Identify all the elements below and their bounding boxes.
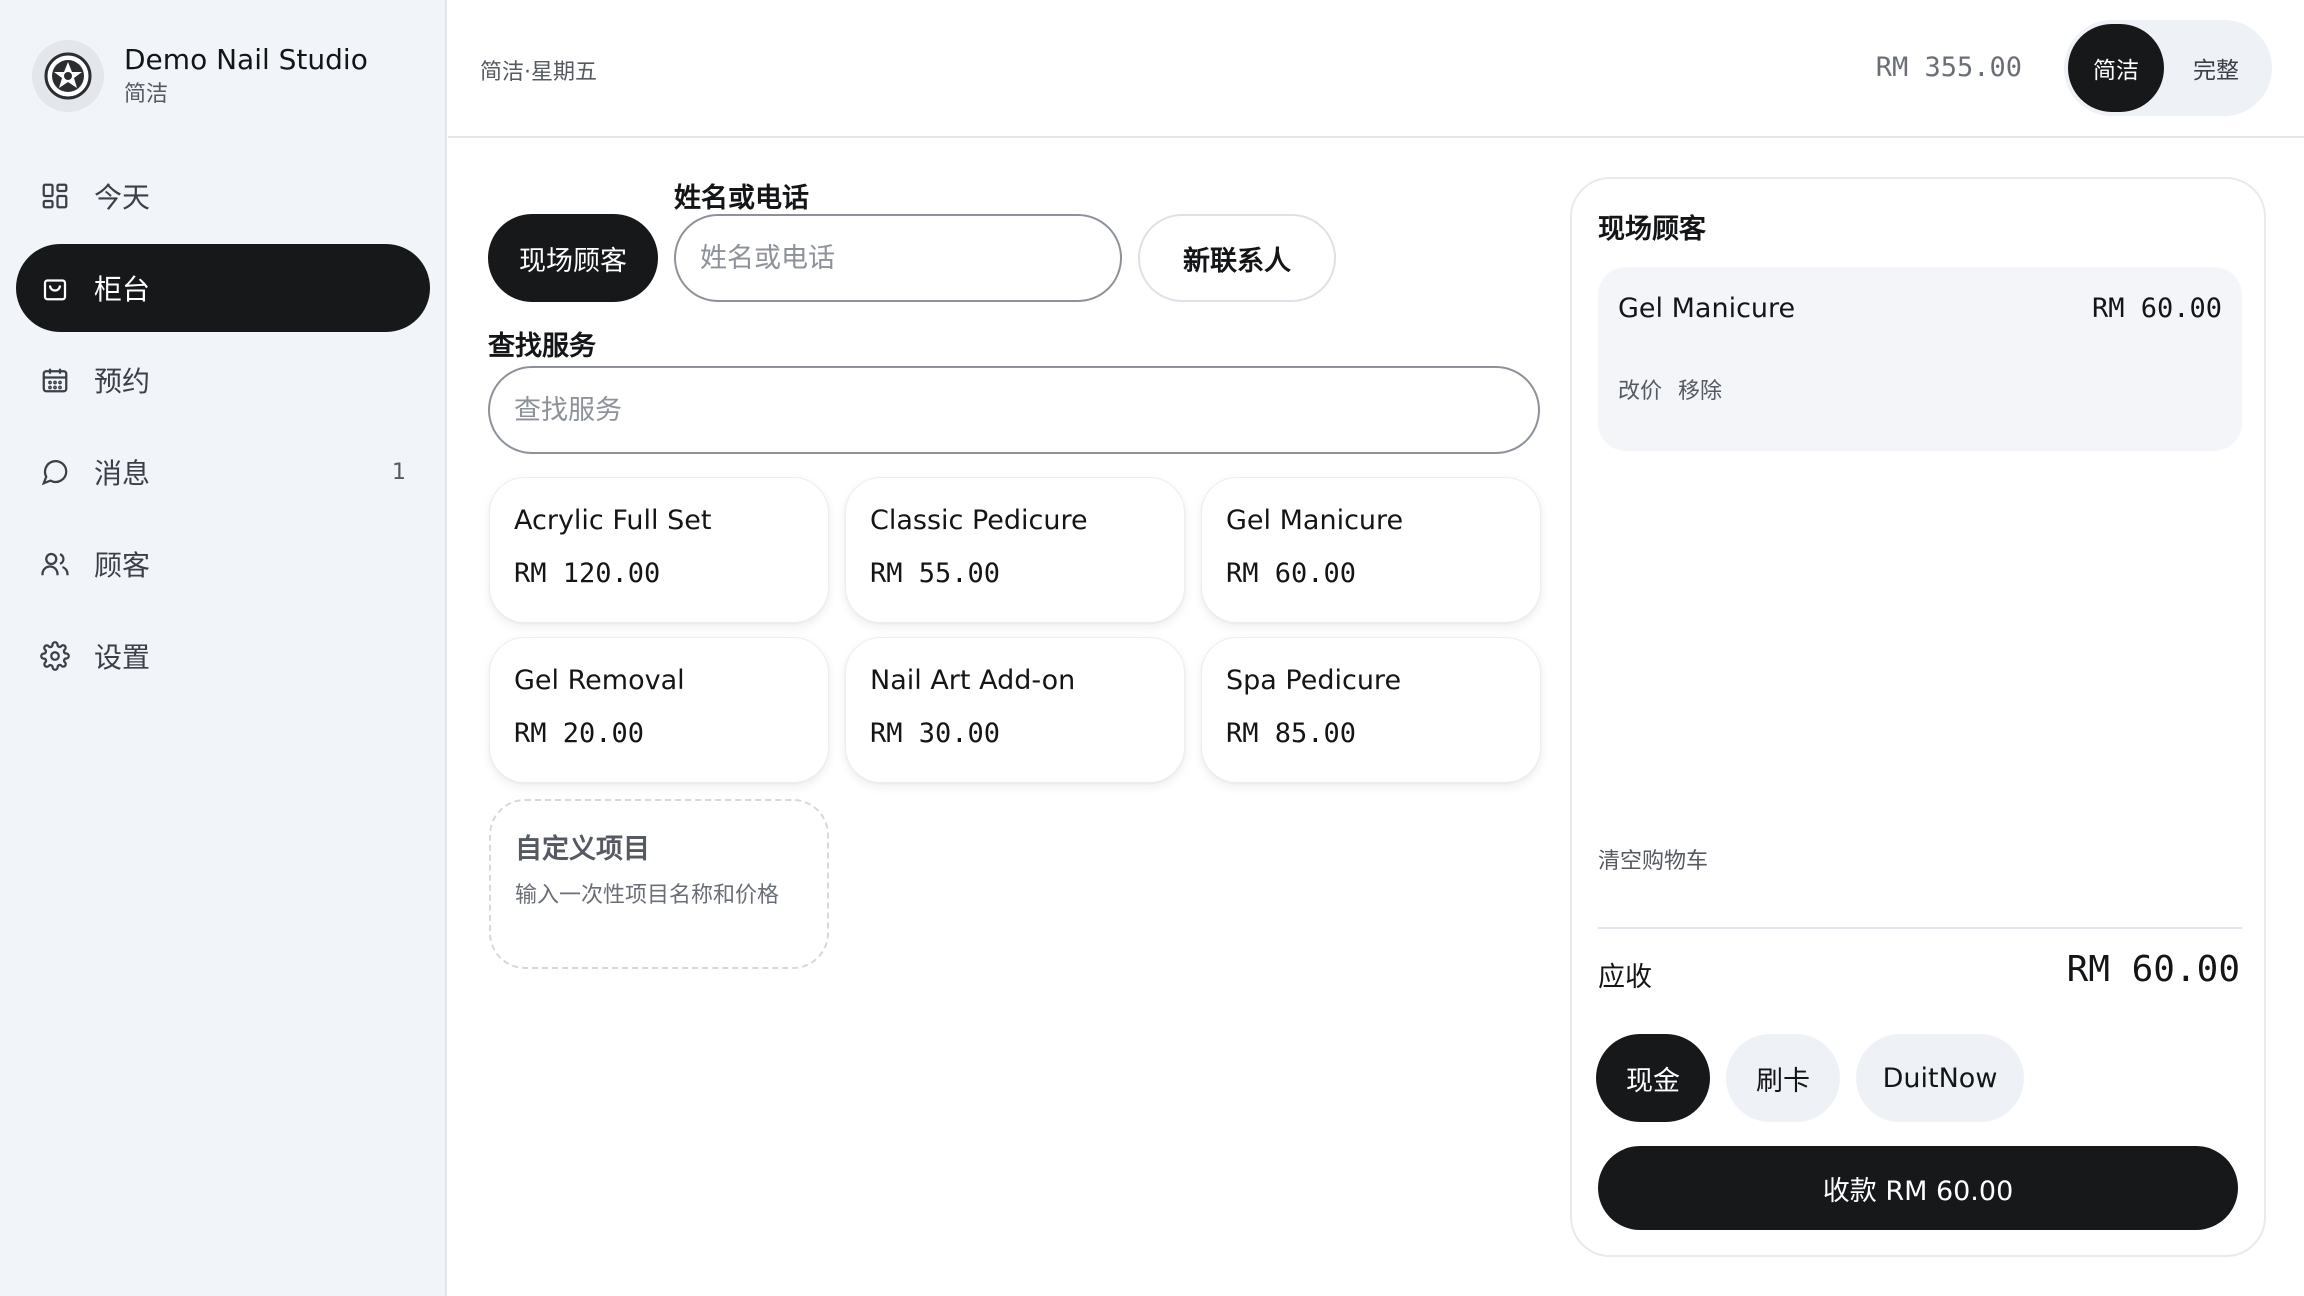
service-price: RM 30.00 (870, 718, 1001, 749)
payment-card-button[interactable]: 刷卡 (1726, 1034, 1840, 1122)
studio-logo-icon (32, 40, 104, 112)
sidebar-item-messages[interactable]: 消息 1 (16, 428, 430, 516)
payment-method-selector: 现金 刷卡 DuitNow (1596, 1034, 2024, 1122)
sidebar-item-customers[interactable]: 顾客 (16, 520, 430, 608)
top-bar: 简洁·星期五 RM 355.00 简洁 完整 (448, 0, 2304, 138)
service-card-nail-art-add-on[interactable]: Nail Art Add-on RM 30.00 (845, 637, 1185, 783)
mode-toggle: 简洁 完整 (2064, 20, 2272, 116)
sidebar-nav: 今天 柜台 预约 消息 1 顾客 设置 (16, 152, 430, 704)
cart-panel: 现场顾客 Gel Manicure RM 60.00 改价 移除 清空购物车 应… (1570, 177, 2266, 1257)
service-name: Classic Pedicure (870, 505, 1088, 536)
users-icon (38, 547, 72, 581)
sidebar-item-counter[interactable]: 柜台 (16, 244, 430, 332)
sidebar-item-label: 消息 (94, 457, 151, 490)
amount-due-value: RM 60.00 (2066, 949, 2240, 990)
customer-search-input[interactable] (674, 214, 1122, 302)
service-name: Gel Manicure (1226, 505, 1404, 536)
service-name: Acrylic Full Set (514, 505, 712, 536)
studio-mode-label: 简洁 (124, 82, 169, 107)
unread-count-badge: 1 (392, 459, 406, 485)
sidebar: Demo Nail Studio 简洁 今天 柜台 预约 消息 1 顾客 设置 (0, 0, 447, 1296)
service-price: RM 120.00 (514, 558, 661, 589)
clear-cart-link[interactable]: 清空购物车 (1598, 843, 1708, 875)
divider (1598, 927, 2242, 929)
sidebar-item-label: 顾客 (94, 549, 151, 582)
service-search-input[interactable] (488, 366, 1540, 454)
sidebar-item-label: 设置 (94, 641, 151, 674)
service-price: RM 60.00 (1226, 558, 1357, 589)
chat-bubble-icon (38, 455, 72, 489)
mode-full-button[interactable]: 完整 (2164, 24, 2268, 112)
service-card-gel-manicure[interactable]: Gel Manicure RM 60.00 (1201, 477, 1541, 623)
daily-total: RM 355.00 (1875, 52, 2022, 83)
mode-simple-button[interactable]: 简洁 (2068, 24, 2164, 112)
cart-item-name: Gel Manicure (1618, 293, 1796, 324)
service-price: RM 55.00 (870, 558, 1001, 589)
sidebar-item-label: 预约 (94, 365, 151, 398)
sidebar-item-settings[interactable]: 设置 (16, 612, 430, 700)
walk-in-customer-button[interactable]: 现场顾客 (488, 214, 658, 302)
cart-customer-title: 现场顾客 (1598, 214, 1706, 245)
studio-name: Demo Nail Studio (124, 43, 368, 76)
cart-item-price: RM 60.00 (2091, 293, 2222, 324)
service-card-classic-pedicure[interactable]: Classic Pedicure RM 55.00 (845, 477, 1185, 623)
new-contact-button[interactable]: 新联系人 (1138, 214, 1336, 302)
checkout-button[interactable]: 收款 RM 60.00 (1598, 1146, 2238, 1230)
customer-search-label: 姓名或电话 (674, 183, 809, 214)
shopping-bag-icon (38, 271, 72, 305)
edit-price-link[interactable]: 改价 (1618, 373, 1662, 405)
sidebar-item-label: 柜台 (94, 273, 151, 306)
brand[interactable]: Demo Nail Studio 简洁 (32, 40, 368, 112)
service-card-gel-removal[interactable]: Gel Removal RM 20.00 (489, 637, 829, 783)
service-search-label: 查找服务 (488, 331, 596, 362)
service-card-spa-pedicure[interactable]: Spa Pedicure RM 85.00 (1201, 637, 1541, 783)
service-price: RM 20.00 (514, 718, 645, 749)
service-name: Spa Pedicure (1226, 665, 1402, 696)
payment-cash-button[interactable]: 现金 (1596, 1034, 1710, 1122)
custom-item-card[interactable]: 自定义项目 输入一次性项目名称和价格 (489, 799, 829, 969)
payment-duitnow-button[interactable]: DuitNow (1856, 1034, 2024, 1122)
sidebar-item-today[interactable]: 今天 (16, 152, 430, 240)
calendar-icon (38, 363, 72, 397)
service-name: Nail Art Add-on (870, 665, 1076, 696)
grid-icon (38, 179, 72, 213)
remove-item-link[interactable]: 移除 (1678, 373, 1722, 405)
gear-icon (38, 639, 72, 673)
service-name: Gel Removal (514, 665, 685, 696)
service-card-acrylic-full-set[interactable]: Acrylic Full Set RM 120.00 (489, 477, 829, 623)
sidebar-item-label: 今天 (94, 181, 151, 214)
service-price: RM 85.00 (1226, 718, 1357, 749)
amount-due-label: 应收 (1598, 962, 1652, 993)
page-subtitle: 简洁·星期五 (480, 60, 597, 85)
sidebar-item-appointments[interactable]: 预约 (16, 336, 430, 424)
custom-item-title: 自定义项目 (515, 834, 650, 865)
custom-item-description: 输入一次性项目名称和价格 (515, 883, 780, 908)
cart-line-item: Gel Manicure RM 60.00 改价 移除 (1598, 267, 2242, 451)
